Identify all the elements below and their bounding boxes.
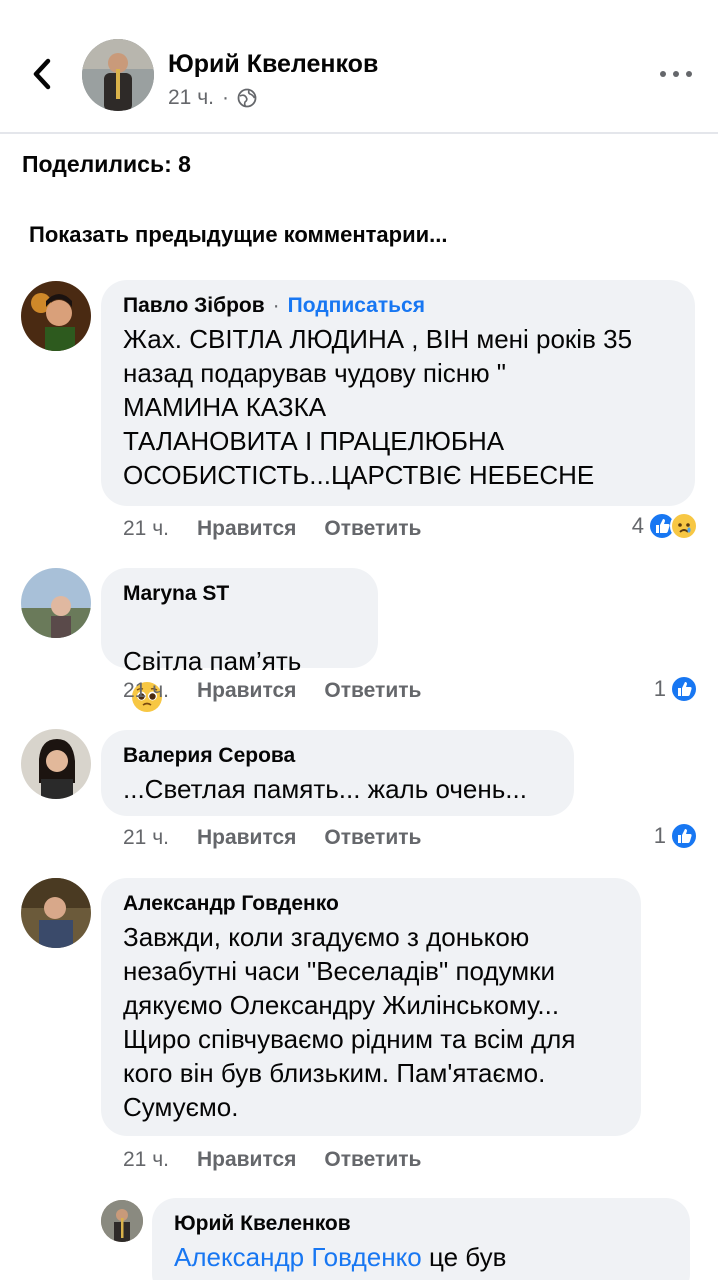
commenter-name[interactable]: Павло Зібров [123,294,265,318]
commenter-name[interactable]: Maryna ST [123,582,229,606]
comment-bubble: Валерия Серова ...Светлая память... жаль… [101,730,574,816]
reply-button[interactable]: Ответить [324,1148,421,1172]
like-button[interactable]: Нравится [197,1148,296,1172]
show-previous-comments-link[interactable]: Показать предыдущие комментарии... [29,222,447,248]
back-button[interactable] [22,52,62,96]
reply-text: це був [421,1242,507,1272]
like-reaction-icon [670,822,698,850]
comment-actions: 21 ч. Нравится Ответить [123,517,421,541]
comment-text: Завжди, коли згадуємо з донькою незабутн… [123,922,576,1122]
comment-text: Жах. СВІТЛА ЛЮДИНА , ВІН мені років 35 н… [123,324,633,490]
reply-avatar[interactable] [101,1200,143,1242]
comment-actions: 21 ч. Нравится Ответить [123,826,421,850]
name-separator: · [272,294,280,317]
like-button[interactable]: Нравится [197,517,296,541]
comment-bubble: Александр Говденко Завжди, коли згадуємо… [101,878,641,1136]
more-dots-icon [660,71,666,77]
meta-separator: · [221,86,229,109]
post-meta: 21 ч. · [168,86,257,110]
post-header: Юрий Квеленков 21 ч. · [0,0,718,134]
author-name[interactable]: Юрий Квеленков [168,50,378,79]
shares-count[interactable]: Поделились: 8 [22,151,191,178]
globe-icon [237,88,257,108]
reaction-count: 1 [653,676,666,701]
comment-text: Світла пам’ять [123,646,302,676]
like-button[interactable]: Нравится [197,826,296,850]
commenter-avatar[interactable] [21,281,91,351]
comment-time[interactable]: 21 ч. [123,679,169,703]
commenter-avatar[interactable] [21,729,91,799]
reply-button[interactable]: Ответить [324,826,421,850]
sad-reaction-icon [670,512,698,540]
commenter-name[interactable]: Александр Говденко [123,892,339,916]
like-reaction-icon [670,675,698,703]
reply-button[interactable]: Ответить [324,679,421,703]
commenter-name[interactable]: Валерия Серова [123,744,295,768]
commenter-avatar[interactable] [21,878,91,948]
comment-bubble: Maryna ST Світла пам’ять [101,568,378,713]
reaction-count: 4 [631,513,644,538]
reply-bubble: Юрий Квеленков Александр Говденко це був [152,1198,690,1280]
commenter-avatar[interactable] [21,568,91,638]
author-avatar[interactable] [82,39,154,111]
post-time[interactable]: 21 ч. [168,86,214,110]
chevron-left-icon [33,58,51,90]
reaction-summary[interactable]: 1 [654,822,698,850]
reply-button[interactable]: Ответить [324,517,421,541]
comment-actions: 21 ч. Нравится Ответить [123,679,421,703]
comment-time[interactable]: 21 ч. [123,826,169,850]
reply-author[interactable]: Юрий Квеленков [174,1212,351,1236]
comment-text: ...Светлая память... жаль очень... [123,774,527,804]
reaction-count: 1 [653,823,666,848]
mention-link[interactable]: Александр Говденко [174,1242,422,1272]
reaction-summary[interactable]: 1 [654,675,698,703]
comment-time[interactable]: 21 ч. [123,1148,169,1172]
comment-actions: 21 ч. Нравится Ответить [123,1148,421,1172]
like-button[interactable]: Нравится [197,679,296,703]
comment-bubble: Павло Зібров · Подписаться Жах. СВІТЛА Л… [101,280,695,506]
comment-time[interactable]: 21 ч. [123,517,169,541]
more-options-button[interactable] [660,62,692,86]
reaction-summary[interactable]: 4 [632,512,698,540]
follow-button[interactable]: Подписаться [288,294,425,318]
